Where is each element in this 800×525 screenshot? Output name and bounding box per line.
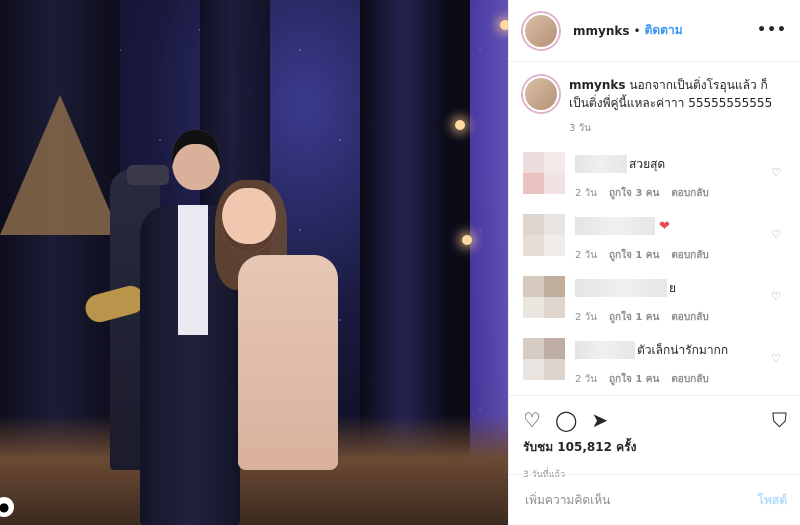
comment-avatar[interactable] [523,338,565,380]
post-header: mmynks • ติดตาม ••• [509,0,800,62]
comment-likes[interactable]: ถูกใจ 1 คน [609,310,659,325]
stage-lamp [455,120,465,130]
avatar-blur-cell [523,235,544,256]
red-heart-icon: ❤ [659,218,670,234]
comment-time[interactable]: 2 วัน [575,310,597,325]
musician-hat [127,165,169,185]
stage-lamp [500,20,508,30]
heart-outline-icon[interactable]: ♡ [771,228,781,241]
post-sidebar: mmynks • ติดตาม ••• mmynks นอกจากเป็นติ่… [508,0,800,525]
bookmark-icon[interactable]: ⛉ [772,408,787,432]
view-count[interactable]: รับชม 105,812 ครั้ง [523,438,787,457]
post-video[interactable]: ● [0,0,508,525]
comment-avatar[interactable] [523,152,565,194]
avatar-blur-cell [523,338,544,359]
comment-item: ย 2 วัน ถูกใจ 1 คน ตอบกลับ ♡ [523,276,787,338]
heart-outline-icon[interactable]: ♡ [523,408,541,432]
separator-dot: • [633,23,641,38]
avatar-blur-cell [523,214,544,235]
avatar-blur-cell [523,173,544,194]
heart-outline-icon[interactable]: ♡ [771,290,781,303]
comment-text: ย [669,280,677,295]
comment-body: สวยสุด 2 วัน ถูกใจ 3 คน ตอบกลับ [575,152,787,214]
comment-likes[interactable]: ถูกใจ 1 คน [609,248,659,263]
comment-item: ตัวเล็กน่ารักมากก 2 วัน ถูกใจ 1 คน ตอบกล… [523,338,787,400]
comment-text: สวยสุด [629,156,666,171]
comment-item: ❤ 2 วัน ถูกใจ 1 คน ตอบกลับ ♡ [523,214,787,276]
caption-body: mmynks นอกจากเป็นติ่งโรอุนแล้ว ก็เป็นติ่… [569,76,787,138]
blurred-username[interactable] [575,217,655,235]
username-link[interactable]: mmynks [573,24,630,38]
avatar[interactable] [523,12,559,49]
comment-avatar[interactable] [523,276,565,318]
comment-time[interactable]: 2 วัน [575,372,597,387]
avatar-blur-cell [544,173,565,194]
comment-input[interactable] [523,492,758,508]
comment-body: ❤ 2 วัน ถูกใจ 1 คน ตอบกลับ [575,214,787,276]
avatar-blur-cell [544,214,565,235]
avatar-blur-cell [523,276,544,297]
blurred-username[interactable] [575,279,667,297]
post-actions: ♡ ◯ ➤ ⛉ รับชม 105,812 ครั้ง 3 วันที่แล้ว [509,395,800,481]
avatar-blur-cell [544,276,565,297]
woman-head [222,188,276,252]
comment-body: ย 2 วัน ถูกใจ 1 คน ตอบกลับ [575,276,787,338]
caption-username[interactable]: mmynks [569,78,626,92]
stage-lamp [462,235,472,245]
add-comment-bar: โพสต์ [509,474,800,525]
reply-button[interactable]: ตอบกลับ [671,186,708,201]
avatar-blur-cell [523,152,544,173]
comment-item: สวยสุด 2 วัน ถูกใจ 3 คน ตอบกลับ ♡ [523,152,787,214]
comment-likes[interactable]: ถูกใจ 3 คน [609,186,659,201]
more-options-icon[interactable]: ••• [757,22,787,38]
post-button[interactable]: โพสต์ [758,491,787,510]
reply-button[interactable]: ตอบกลับ [671,372,708,387]
action-icons: ♡ ◯ ➤ ⛉ [523,406,787,434]
comment-list: สวยสุด 2 วัน ถูกใจ 3 คน ตอบกลับ ♡ ❤ 2 วั… [509,138,800,400]
blurred-username[interactable] [575,341,635,359]
avatar-blur-cell [523,359,544,380]
avatar-blur-cell [544,297,565,318]
blurred-username[interactable] [575,155,627,173]
comment-text: ตัวเล็กน่ารักมากก [637,342,729,357]
caption-time[interactable]: 3 วัน [569,120,787,138]
avatar-blur-cell [544,359,565,380]
follow-button[interactable]: ติดตาม [645,21,683,40]
avatar-blur-cell [544,152,565,173]
comment-avatar[interactable] [523,214,565,256]
heart-outline-icon[interactable]: ♡ [771,166,781,179]
comment-body: ตัวเล็กน่ารักมากก 2 วัน ถูกใจ 1 คน ตอบกล… [575,338,787,400]
caption-avatar[interactable] [523,76,559,112]
singer-head [172,130,220,190]
comment-icon[interactable]: ◯ [555,408,577,432]
comment-likes[interactable]: ถูกใจ 1 คน [609,372,659,387]
woman-figure [238,255,338,470]
comment-time[interactable]: 2 วัน [575,186,597,201]
singer-shirt [178,205,208,335]
avatar-blur-cell [544,338,565,359]
comment-time[interactable]: 2 วัน [575,248,597,263]
stage-decoration [0,95,120,235]
avatar-blur-cell [544,235,565,256]
post-caption: mmynks นอกจากเป็นติ่งโรอุนแล้ว ก็เป็นติ่… [509,62,800,138]
share-icon[interactable]: ➤ [591,408,608,432]
reply-button[interactable]: ตอบกลับ [671,310,708,325]
reply-button[interactable]: ตอบกลับ [671,248,708,263]
heart-outline-icon[interactable]: ♡ [771,352,781,365]
avatar-blur-cell [523,297,544,318]
